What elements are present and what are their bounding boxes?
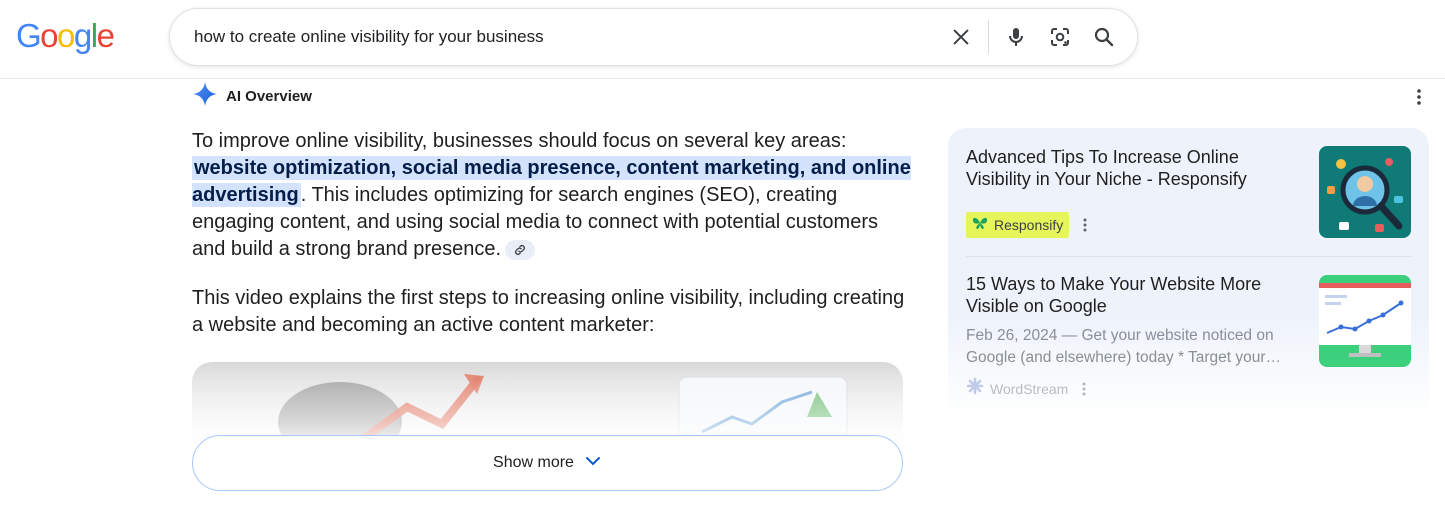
source-title[interactable]: 15 Ways to Make Your Website More Visibl… [966,273,1286,317]
search-box[interactable]: how to create online visibility for your… [169,8,1138,66]
show-more-label: Show more [493,454,574,471]
wordstream-logo-icon [966,377,984,400]
source-snippet-line-1: Feb 26, 2024 — Get your website noticed … [966,327,1274,344]
source-separator [966,256,1411,257]
source-name: WordStream [990,380,1069,397]
paragraph-text: To improve online visibility, businesses… [192,130,847,152]
source-snippet-line-2: Google (and elsewhere) today * Target yo… [966,349,1282,366]
butterfly-icon [972,216,988,235]
microphone-icon[interactable] [1003,24,1029,50]
link-icon[interactable] [505,239,536,260]
source-thumbnail [1319,275,1411,367]
google-logo[interactable]: Google [16,16,115,56]
ai-overview-header: AI Overview [192,81,312,112]
source-name: Responsify [994,217,1064,233]
search-header: Google how to create online visibility f… [0,0,1445,79]
close-icon[interactable] [948,24,974,50]
search-input[interactable]: how to create online visibility for your… [194,27,544,47]
source-thumbnail [1319,146,1411,238]
source-badge: Responsify [966,212,1070,238]
ai-overview-paragraph-1: To improve online visibility, businesses… [192,128,912,263]
source-card-responsify[interactable]: Advanced Tips To Increase Online Visibil… [966,146,1411,258]
ai-overview-label: AI Overview [226,87,312,105]
camera-lens-icon[interactable] [1047,24,1073,50]
show-more-button[interactable]: Show more [192,435,903,491]
more-vertical-icon[interactable] [1076,381,1092,397]
chevron-down-icon [584,452,602,475]
source-title[interactable]: Advanced Tips To Increase Online Visibil… [966,146,1286,190]
sources-panel: Advanced Tips To Increase Online Visibil… [948,128,1429,418]
search-divider [988,20,989,54]
sparkle-icon [192,81,218,112]
source-card-wordstream[interactable]: 15 Ways to Make Your Website More Visibl… [966,273,1411,403]
source-attribution: Responsify [966,212,1093,238]
search-icon[interactable] [1091,24,1117,50]
more-vertical-icon[interactable] [1409,87,1429,107]
ai-overview-paragraph-2: This video explains the first steps to i… [192,287,905,336]
source-attribution: WordStream [966,377,1092,400]
more-vertical-icon[interactable] [1077,217,1093,233]
